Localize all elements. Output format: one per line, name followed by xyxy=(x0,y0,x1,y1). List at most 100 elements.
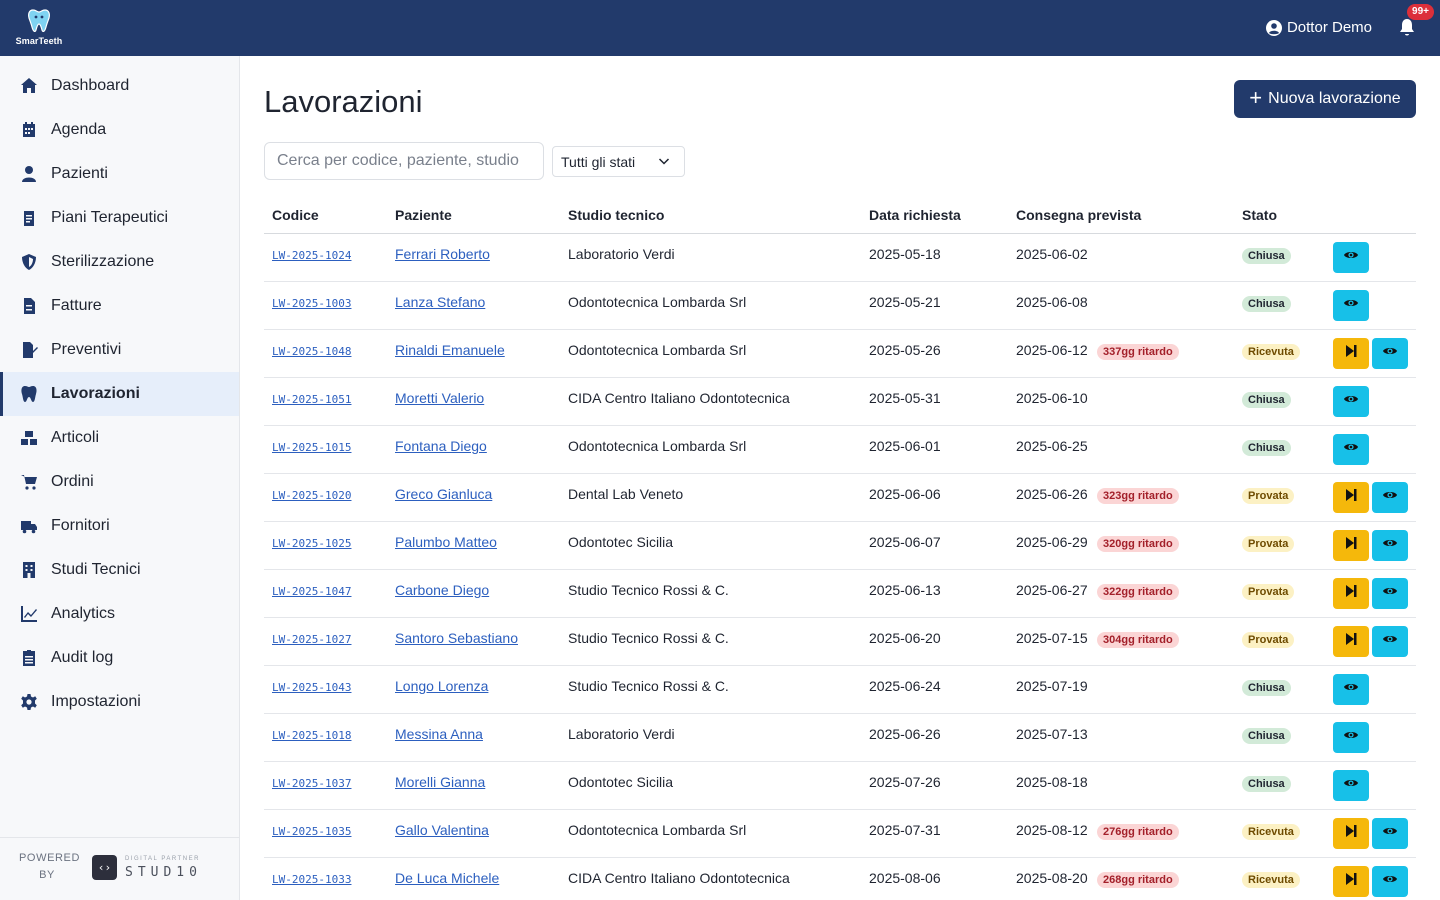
advance-status-button[interactable] xyxy=(1333,626,1369,657)
patient-link[interactable]: Gallo Valentina xyxy=(395,822,489,838)
file-signature-icon xyxy=(23,342,38,358)
sidebar-item-sterilizzazione[interactable]: Sterilizzazione xyxy=(0,240,239,284)
search-input[interactable] xyxy=(264,142,544,180)
lavorazione-code-link[interactable]: LW-2025-1048 xyxy=(272,345,351,358)
consegna-prevista-cell: 2025-06-02 xyxy=(1016,246,1088,262)
app-logo[interactable]: SmarTeeth xyxy=(14,8,64,50)
advance-status-button[interactable] xyxy=(1333,482,1369,513)
status-badge: Provata xyxy=(1242,488,1295,504)
sidebar-item-dashboard[interactable]: Dashboard xyxy=(0,64,239,108)
view-button[interactable] xyxy=(1333,386,1369,417)
status-badge: Chiusa xyxy=(1242,248,1291,264)
column-header-stato[interactable]: Stato xyxy=(1242,207,1277,223)
sidebar-item-fatture[interactable]: Fatture xyxy=(0,284,239,328)
patient-link[interactable]: Carbone Diego xyxy=(395,582,489,598)
view-button[interactable] xyxy=(1333,434,1369,465)
notifications-button[interactable] xyxy=(1398,18,1416,38)
view-button[interactable] xyxy=(1372,530,1408,561)
patient-link[interactable]: Greco Gianluca xyxy=(395,486,492,502)
column-header-consegna-prevista[interactable]: Consegna prevista xyxy=(1016,207,1141,223)
patient-link[interactable]: Morelli Gianna xyxy=(395,774,485,790)
status-filter-value: Tutti gli stati xyxy=(561,153,636,170)
eye-icon xyxy=(1343,439,1359,460)
lavorazione-code-link[interactable]: LW-2025-1035 xyxy=(272,825,351,838)
advance-status-button[interactable] xyxy=(1333,866,1369,897)
clipboard-list-icon xyxy=(23,650,35,666)
advance-status-button[interactable] xyxy=(1333,578,1369,609)
lavorazione-code-link[interactable]: LW-2025-1033 xyxy=(272,873,351,886)
sidebar-item-ordini[interactable]: Ordini xyxy=(0,460,239,504)
step-forward-icon xyxy=(1343,871,1359,892)
patient-link[interactable]: Fontana Diego xyxy=(395,438,487,454)
sidebar-item-articoli[interactable]: Articoli xyxy=(0,416,239,460)
view-button[interactable] xyxy=(1333,290,1369,321)
view-button[interactable] xyxy=(1333,770,1369,801)
sidebar-item-fornitori[interactable]: Fornitori xyxy=(0,504,239,548)
patient-link[interactable]: Palumbo Matteo xyxy=(395,534,497,550)
studio10-logo-icon[interactable]: ‹› xyxy=(92,855,117,880)
patient-link[interactable]: Santoro Sebastiano xyxy=(395,630,518,646)
consegna-prevista-cell: 2025-06-08 xyxy=(1016,294,1088,310)
studio10-name: STUD10 xyxy=(125,865,202,880)
patient-link[interactable]: Lanza Stefano xyxy=(395,294,485,310)
view-button[interactable] xyxy=(1372,818,1408,849)
sidebar-item-analytics[interactable]: Analytics xyxy=(0,592,239,636)
sidebar-item-agenda[interactable]: Agenda xyxy=(0,108,239,152)
data-richiesta-cell: 2025-05-21 xyxy=(869,294,941,310)
notification-count-badge: 99+ xyxy=(1407,4,1434,20)
sidebar-item-piani-terapeutici[interactable]: Piani Terapeutici xyxy=(0,196,239,240)
view-button[interactable] xyxy=(1372,482,1408,513)
sidebar-item-lavorazioni[interactable]: Lavorazioni xyxy=(0,372,239,416)
gear-icon xyxy=(21,694,37,710)
sidebar-item-pazienti[interactable]: Pazienti xyxy=(0,152,239,196)
view-button[interactable] xyxy=(1372,866,1408,897)
table-row: LW-2025-1048 Rinaldi Emanuele Odontotecnic… xyxy=(264,330,1416,378)
view-button[interactable] xyxy=(1372,626,1408,657)
lavorazione-code-link[interactable]: LW-2025-1025 xyxy=(272,537,351,550)
top-bar: SmarTeeth Dottor Demo 99+ xyxy=(0,0,1440,56)
step-forward-icon xyxy=(1343,631,1359,652)
advance-status-button[interactable] xyxy=(1333,530,1369,561)
patient-link[interactable]: De Luca Michele xyxy=(395,870,499,886)
status-filter-select[interactable]: Tutti gli stati xyxy=(552,146,685,177)
lavorazione-code-link[interactable]: LW-2025-1018 xyxy=(272,729,351,742)
advance-status-button[interactable] xyxy=(1333,338,1369,369)
lavorazione-code-link[interactable]: LW-2025-1024 xyxy=(272,249,351,262)
view-button[interactable] xyxy=(1372,338,1408,369)
lavorazione-code-link[interactable]: LW-2025-1015 xyxy=(272,441,351,454)
patient-link[interactable]: Longo Lorenza xyxy=(395,678,488,694)
user-menu[interactable]: Dottor Demo xyxy=(1265,19,1372,36)
table-row: LW-2025-1027 Santoro Sebastiano Studio Tec… xyxy=(264,618,1416,666)
column-header-data-richiesta[interactable]: Data richiesta xyxy=(869,207,961,223)
column-header-studio-tecnico[interactable]: Studio tecnico xyxy=(568,207,664,223)
lavorazione-code-link[interactable]: LW-2025-1027 xyxy=(272,633,351,646)
view-button[interactable] xyxy=(1333,242,1369,273)
sidebar-item-label: Pazienti xyxy=(51,165,108,182)
lavorazione-code-link[interactable]: LW-2025-1037 xyxy=(272,777,351,790)
step-forward-icon xyxy=(1343,535,1359,556)
eye-icon xyxy=(1382,487,1398,508)
lavorazione-code-link[interactable]: LW-2025-1003 xyxy=(272,297,351,310)
lavorazione-code-link[interactable]: LW-2025-1043 xyxy=(272,681,351,694)
advance-status-button[interactable] xyxy=(1333,818,1369,849)
view-button[interactable] xyxy=(1333,674,1369,705)
lavorazione-code-link[interactable]: LW-2025-1020 xyxy=(272,489,351,502)
view-button[interactable] xyxy=(1372,578,1408,609)
view-button[interactable] xyxy=(1333,722,1369,753)
patient-link[interactable]: Messina Anna xyxy=(395,726,483,742)
table-row: LW-2025-1020 Greco Gianluca Dental Lab Ven… xyxy=(264,474,1416,522)
sidebar-item-impostazioni[interactable]: Impostazioni xyxy=(0,680,239,724)
sidebar-item-studi-tecnici[interactable]: Studi Tecnici xyxy=(0,548,239,592)
patient-link[interactable]: Rinaldi Emanuele xyxy=(395,342,505,358)
sidebar-item-label: Articoli xyxy=(51,429,100,446)
new-lavorazione-button[interactable]: + Nuova lavorazione xyxy=(1234,80,1416,118)
sidebar-item-preventivi[interactable]: Preventivi xyxy=(0,328,239,372)
column-header-paziente[interactable]: Paziente xyxy=(395,207,452,223)
patient-link[interactable]: Ferrari Roberto xyxy=(395,246,490,262)
lavorazione-code-link[interactable]: LW-2025-1047 xyxy=(272,585,351,598)
lavorazione-code-link[interactable]: LW-2025-1051 xyxy=(272,393,351,406)
sidebar-item-audit-log[interactable]: Audit log xyxy=(0,636,239,680)
studio-tecnico-cell: Dental Lab Veneto xyxy=(568,486,684,502)
column-header-codice[interactable]: Codice xyxy=(272,207,319,223)
patient-link[interactable]: Moretti Valerio xyxy=(395,390,484,406)
